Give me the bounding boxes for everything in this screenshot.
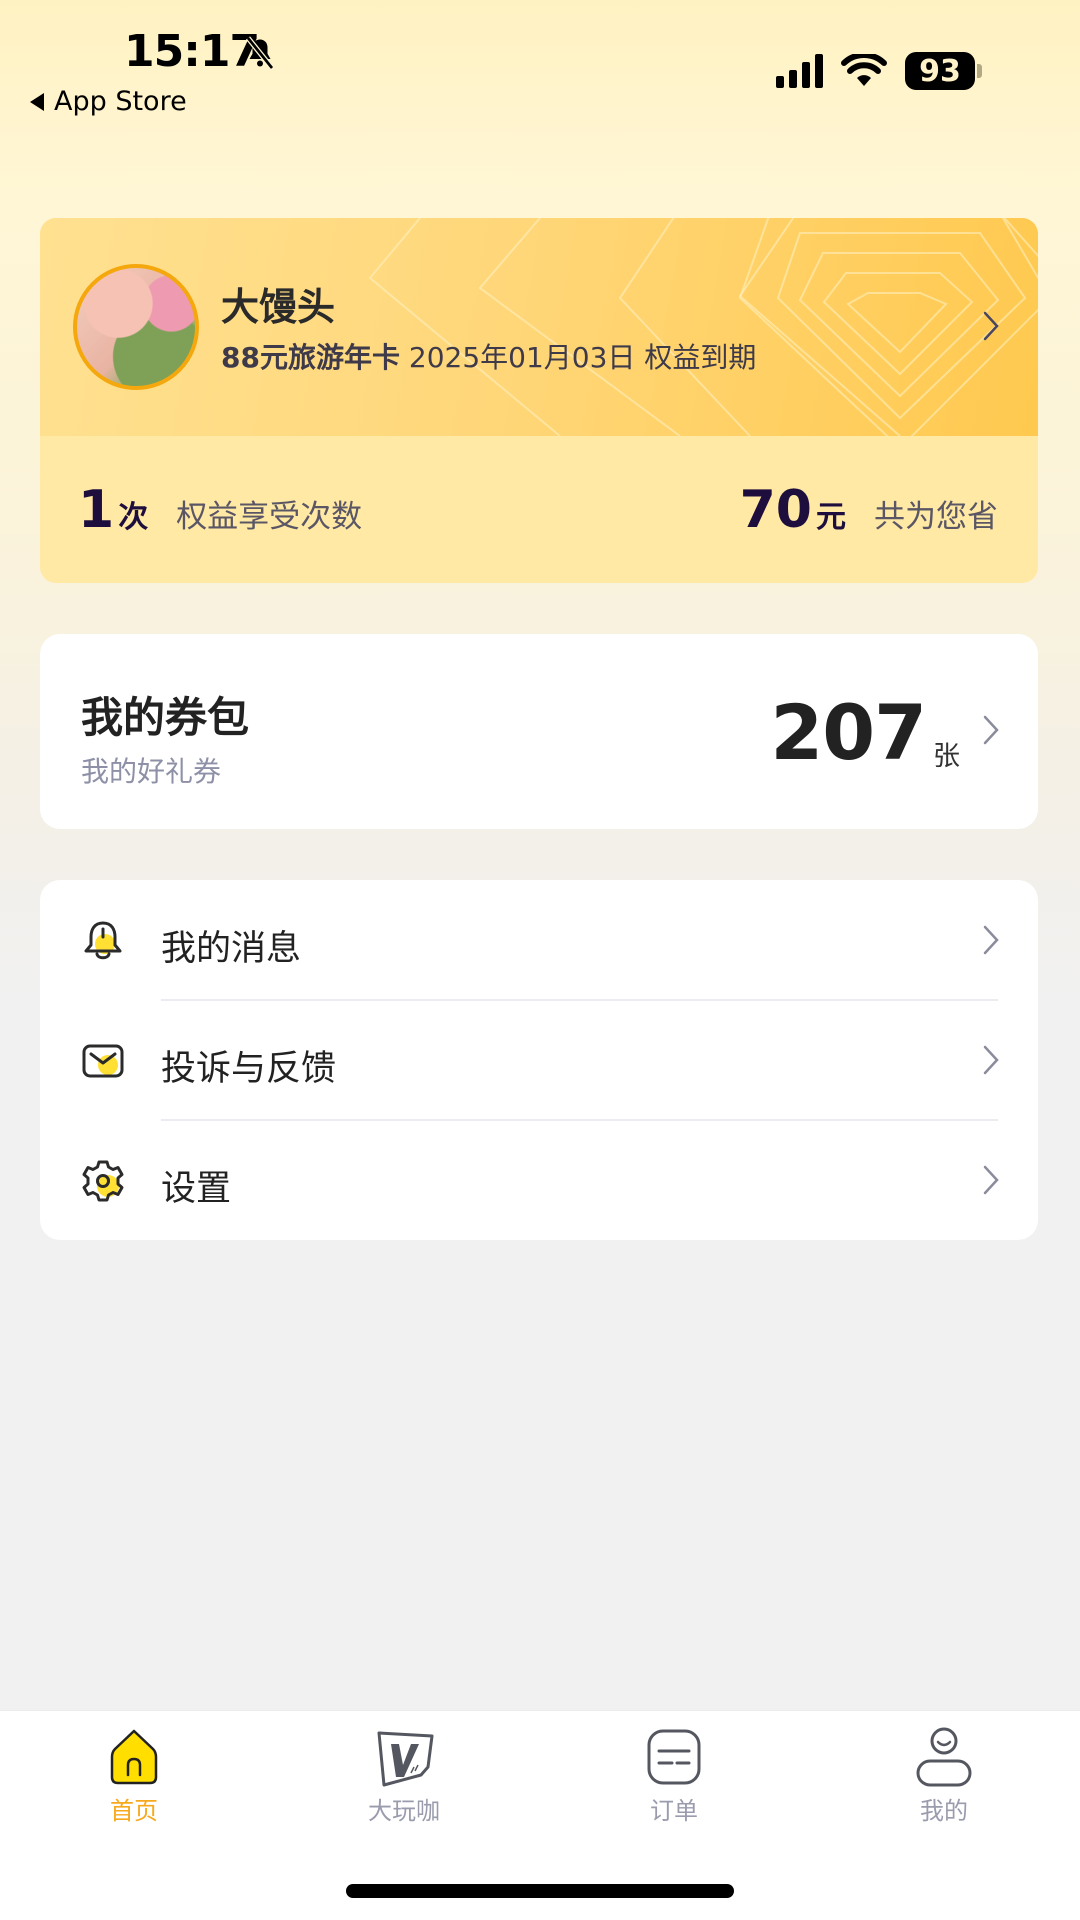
chevron-right-icon	[983, 715, 999, 745]
expiry-date: 2025年01月03日	[408, 341, 636, 374]
tab-label: 我的	[920, 1797, 968, 1825]
tab-label: 大玩咖	[368, 1797, 440, 1825]
tab-home[interactable]: 首页	[64, 1727, 204, 1837]
saved-unit: 元	[816, 500, 846, 535]
back-to-app-store-button[interactable]: App Store	[30, 86, 187, 117]
coupon-unit: 张	[933, 741, 960, 772]
home-icon	[110, 1729, 158, 1785]
order-icon	[647, 1729, 701, 1785]
usage-label: 权益享受次数	[176, 499, 363, 535]
member-card-header[interactable]: 大馒头 88元旅游年卡 2025年01月03日 权益到期	[40, 218, 1038, 436]
battery-tip	[977, 64, 982, 78]
menu-item-label: 设置	[161, 1169, 232, 1209]
coupon-count: 207	[770, 688, 927, 777]
status-time: 15:17	[124, 26, 260, 77]
expiry-label: 权益到期	[644, 341, 757, 374]
member-card[interactable]: 大馒头 88元旅游年卡 2025年01月03日 权益到期 1 次 权益享受次数 …	[40, 218, 1038, 583]
battery-level: 93	[905, 52, 975, 90]
bell-icon	[84, 921, 122, 960]
home-indicator[interactable]	[346, 1884, 734, 1898]
gear-icon	[82, 1160, 124, 1202]
saved-amount: 70	[739, 480, 812, 540]
profile-icon	[916, 1727, 972, 1787]
menu-item-feedback[interactable]: 投诉与反馈	[40, 1000, 1038, 1120]
usage-count: 1	[78, 480, 115, 540]
user-name: 大馒头	[221, 285, 336, 329]
chevron-right-icon[interactable]	[982, 310, 1000, 342]
membership-info: 88元旅游年卡 2025年01月03日 权益到期	[221, 336, 756, 376]
chevron-right-icon	[983, 1045, 999, 1075]
tab-mine[interactable]: 我的	[874, 1727, 1014, 1837]
wifi-icon	[841, 54, 887, 86]
tab-orders[interactable]: 订单	[604, 1727, 744, 1837]
usage-unit: 次	[118, 500, 149, 535]
menu-item-label: 投诉与反馈	[161, 1049, 337, 1089]
envelope-icon	[82, 1044, 124, 1078]
tab-label: 首页	[110, 1797, 158, 1825]
coupon-wallet-title: 我的券包	[81, 693, 250, 742]
usage-stat: 1 次 权益享受次数	[78, 480, 362, 540]
back-app-label: App Store	[54, 86, 187, 117]
cellular-signal-icon	[776, 54, 823, 88]
coupon-wallet-subtitle: 我的好礼券	[81, 755, 222, 788]
tab-label: 订单	[650, 1797, 698, 1825]
v-card-icon	[377, 1731, 434, 1787]
saved-label: 共为您省	[874, 499, 998, 535]
savings-stat: 70 元 共为您省	[740, 480, 998, 540]
menu-item-settings[interactable]: 设置	[40, 1120, 1038, 1240]
chevron-right-icon	[983, 925, 999, 955]
chevron-right-icon	[983, 1165, 999, 1195]
bell-slash-icon	[245, 36, 275, 70]
settings-menu: 我的消息 投诉与反馈 设置	[40, 880, 1038, 1240]
tab-dawanka[interactable]: 大玩咖	[334, 1727, 474, 1837]
menu-item-messages[interactable]: 我的消息	[40, 880, 1038, 1000]
user-avatar[interactable]	[73, 264, 199, 390]
coupon-wallet-card[interactable]: 我的券包 我的好礼券 207 张	[40, 634, 1038, 829]
membership-card-name: 88元旅游年卡	[221, 341, 400, 374]
menu-item-label: 我的消息	[161, 929, 302, 969]
battery-indicator: 93	[905, 52, 982, 90]
back-triangle-icon	[30, 92, 44, 111]
